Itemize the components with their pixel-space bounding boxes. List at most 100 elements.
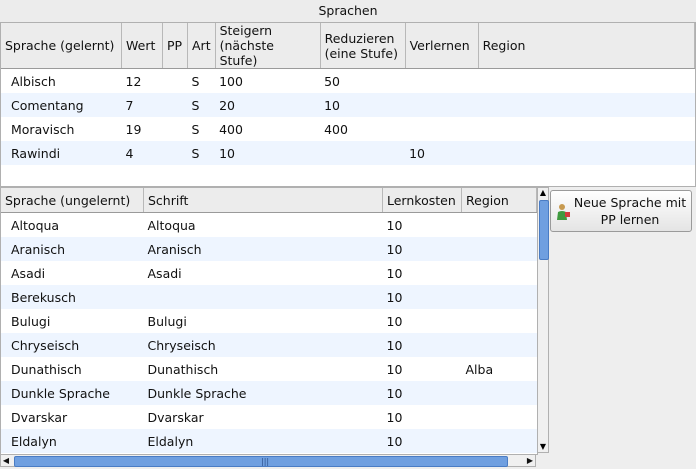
learn-new-language-button[interactable]: Neue Sprache mit PP lernen xyxy=(550,190,692,232)
cell xyxy=(461,405,537,429)
unlearned-row[interactable]: Chryseisch Chryseisch 10 xyxy=(1,333,537,357)
cell: S xyxy=(187,93,216,117)
unlearned-row[interactable]: Asadi Asadi 10 xyxy=(1,261,537,285)
cell xyxy=(162,93,188,117)
cell xyxy=(405,117,479,141)
cell xyxy=(461,237,537,261)
person-learn-icon xyxy=(557,204,570,220)
header-script[interactable]: Schrift xyxy=(143,188,383,213)
unlearned-row[interactable]: Bulugi Bulugi 10 xyxy=(1,309,537,333)
scroll-up-icon[interactable]: ▲ xyxy=(538,188,548,198)
vertical-scrollbar[interactable]: ▲ ▼ xyxy=(537,187,549,453)
cell: Berekusch xyxy=(1,285,144,309)
cell: Altoqua xyxy=(143,212,383,237)
cell: Bulugi xyxy=(143,309,383,333)
cell: Chryseisch xyxy=(1,333,144,357)
header-region[interactable]: Region xyxy=(461,188,537,213)
cell: 10 xyxy=(382,237,462,261)
cell xyxy=(162,141,188,165)
cell: Eldalyn xyxy=(143,429,383,453)
header-increase-label: Steigern (nächste Stufe) xyxy=(219,23,274,68)
cell: Albisch xyxy=(1,68,122,93)
learned-languages-table[interactable]: Sprache (gelernt) Wert PP Art Steigern (… xyxy=(0,22,696,187)
cell xyxy=(461,381,537,405)
header-reduce[interactable]: Reduzieren (eine Stufe) xyxy=(320,23,406,69)
header-pp[interactable]: PP xyxy=(162,23,188,69)
unlearned-row[interactable]: Altoqua Altoqua 10 xyxy=(1,212,537,237)
cell: 400 xyxy=(320,117,406,141)
cell xyxy=(143,285,383,309)
cell xyxy=(320,141,406,165)
header-reduce-label: Reduzieren (eine Stufe) xyxy=(324,30,398,61)
cell: 10 xyxy=(382,381,462,405)
header-language-unlearned[interactable]: Sprache (ungelernt) xyxy=(1,188,144,213)
cell: 400 xyxy=(215,117,321,141)
cell: Bulugi xyxy=(1,309,144,333)
header-region[interactable]: Region xyxy=(478,23,695,69)
cell: S xyxy=(187,141,216,165)
header-language-learned[interactable]: Sprache (gelernt) xyxy=(1,23,122,69)
unlearned-row[interactable]: Dvarskar Dvarskar 10 xyxy=(1,405,537,429)
cell xyxy=(461,261,537,285)
cell: Asadi xyxy=(1,261,144,285)
header-value[interactable]: Wert xyxy=(121,23,163,69)
cell: Dunathisch xyxy=(1,357,144,381)
header-type[interactable]: Art xyxy=(187,23,216,69)
learned-row[interactable]: Moravisch 19 S 400 400 xyxy=(1,117,695,141)
unlearned-languages-table[interactable]: Sprache (ungelernt) Schrift Lernkosten R… xyxy=(0,187,538,455)
header-increase[interactable]: Steigern (nächste Stufe) xyxy=(215,23,321,69)
cell xyxy=(405,93,479,117)
cell: Eldalyn xyxy=(1,429,144,453)
unlearned-row[interactable]: Dunathisch Dunathisch 10 Alba xyxy=(1,357,537,381)
learned-row[interactable]: Albisch 12 S 100 50 xyxy=(1,68,695,93)
cell: Dunkle Sprache xyxy=(1,381,144,405)
cell: S xyxy=(187,68,216,93)
cell: Aranisch xyxy=(1,237,144,261)
cell: 10 xyxy=(405,141,479,165)
cell: 7 xyxy=(121,93,163,117)
cell: 10 xyxy=(382,261,462,285)
cell: 10 xyxy=(320,93,406,117)
cell: Dvarskar xyxy=(143,405,383,429)
learn-new-language-label: Neue Sprache mit PP lernen xyxy=(573,195,687,227)
cell: 4 xyxy=(121,141,163,165)
vertical-scroll-thumb[interactable] xyxy=(539,200,549,260)
unlearned-row[interactable]: Berekusch 10 xyxy=(1,285,537,309)
horizontal-scrollbar[interactable]: ◀ ||| ▶ xyxy=(0,454,536,467)
cell: Asadi xyxy=(143,261,383,285)
learned-row[interactable]: Rawindi 4 S 10 10 xyxy=(1,141,695,165)
scroll-left-icon[interactable]: ◀ xyxy=(1,455,11,466)
learned-row[interactable]: Comentang 7 S 20 10 xyxy=(1,93,695,117)
cell xyxy=(461,429,537,453)
cell: S xyxy=(187,117,216,141)
cell: Moravisch xyxy=(1,117,122,141)
cell: 12 xyxy=(121,68,163,93)
header-unlearn[interactable]: Verlernen xyxy=(405,23,479,69)
scroll-right-icon[interactable]: ▶ xyxy=(525,455,535,466)
cell: 10 xyxy=(215,141,321,165)
cell xyxy=(162,117,188,141)
cell: 20 xyxy=(215,93,321,117)
cell xyxy=(162,68,188,93)
cell xyxy=(461,212,537,237)
cell xyxy=(405,68,479,93)
cell: Comentang xyxy=(1,93,122,117)
learned-header-row: Sprache (gelernt) Wert PP Art Steigern (… xyxy=(1,23,695,69)
cell: Dunkle Sprache xyxy=(143,381,383,405)
grip-icon: ||| xyxy=(261,457,270,466)
cell xyxy=(461,285,537,309)
cell: Alba xyxy=(461,357,537,381)
cell: 10 xyxy=(382,357,462,381)
cell: Aranisch xyxy=(143,237,383,261)
cell xyxy=(478,93,695,117)
header-learning-cost[interactable]: Lernkosten xyxy=(382,188,462,213)
unlearned-row[interactable]: Dunkle Sprache Dunkle Sprache 10 xyxy=(1,381,537,405)
scroll-down-icon[interactable]: ▼ xyxy=(538,442,548,452)
cell: Dvarskar xyxy=(1,405,144,429)
horizontal-scroll-thumb[interactable]: ||| xyxy=(14,456,508,467)
unlearned-row[interactable]: Eldalyn Eldalyn 10 xyxy=(1,429,537,453)
cell: 50 xyxy=(320,68,406,93)
cell: Chryseisch xyxy=(143,333,383,357)
unlearned-row[interactable]: Aranisch Aranisch 10 xyxy=(1,237,537,261)
window-title: Sprachen xyxy=(0,0,696,22)
